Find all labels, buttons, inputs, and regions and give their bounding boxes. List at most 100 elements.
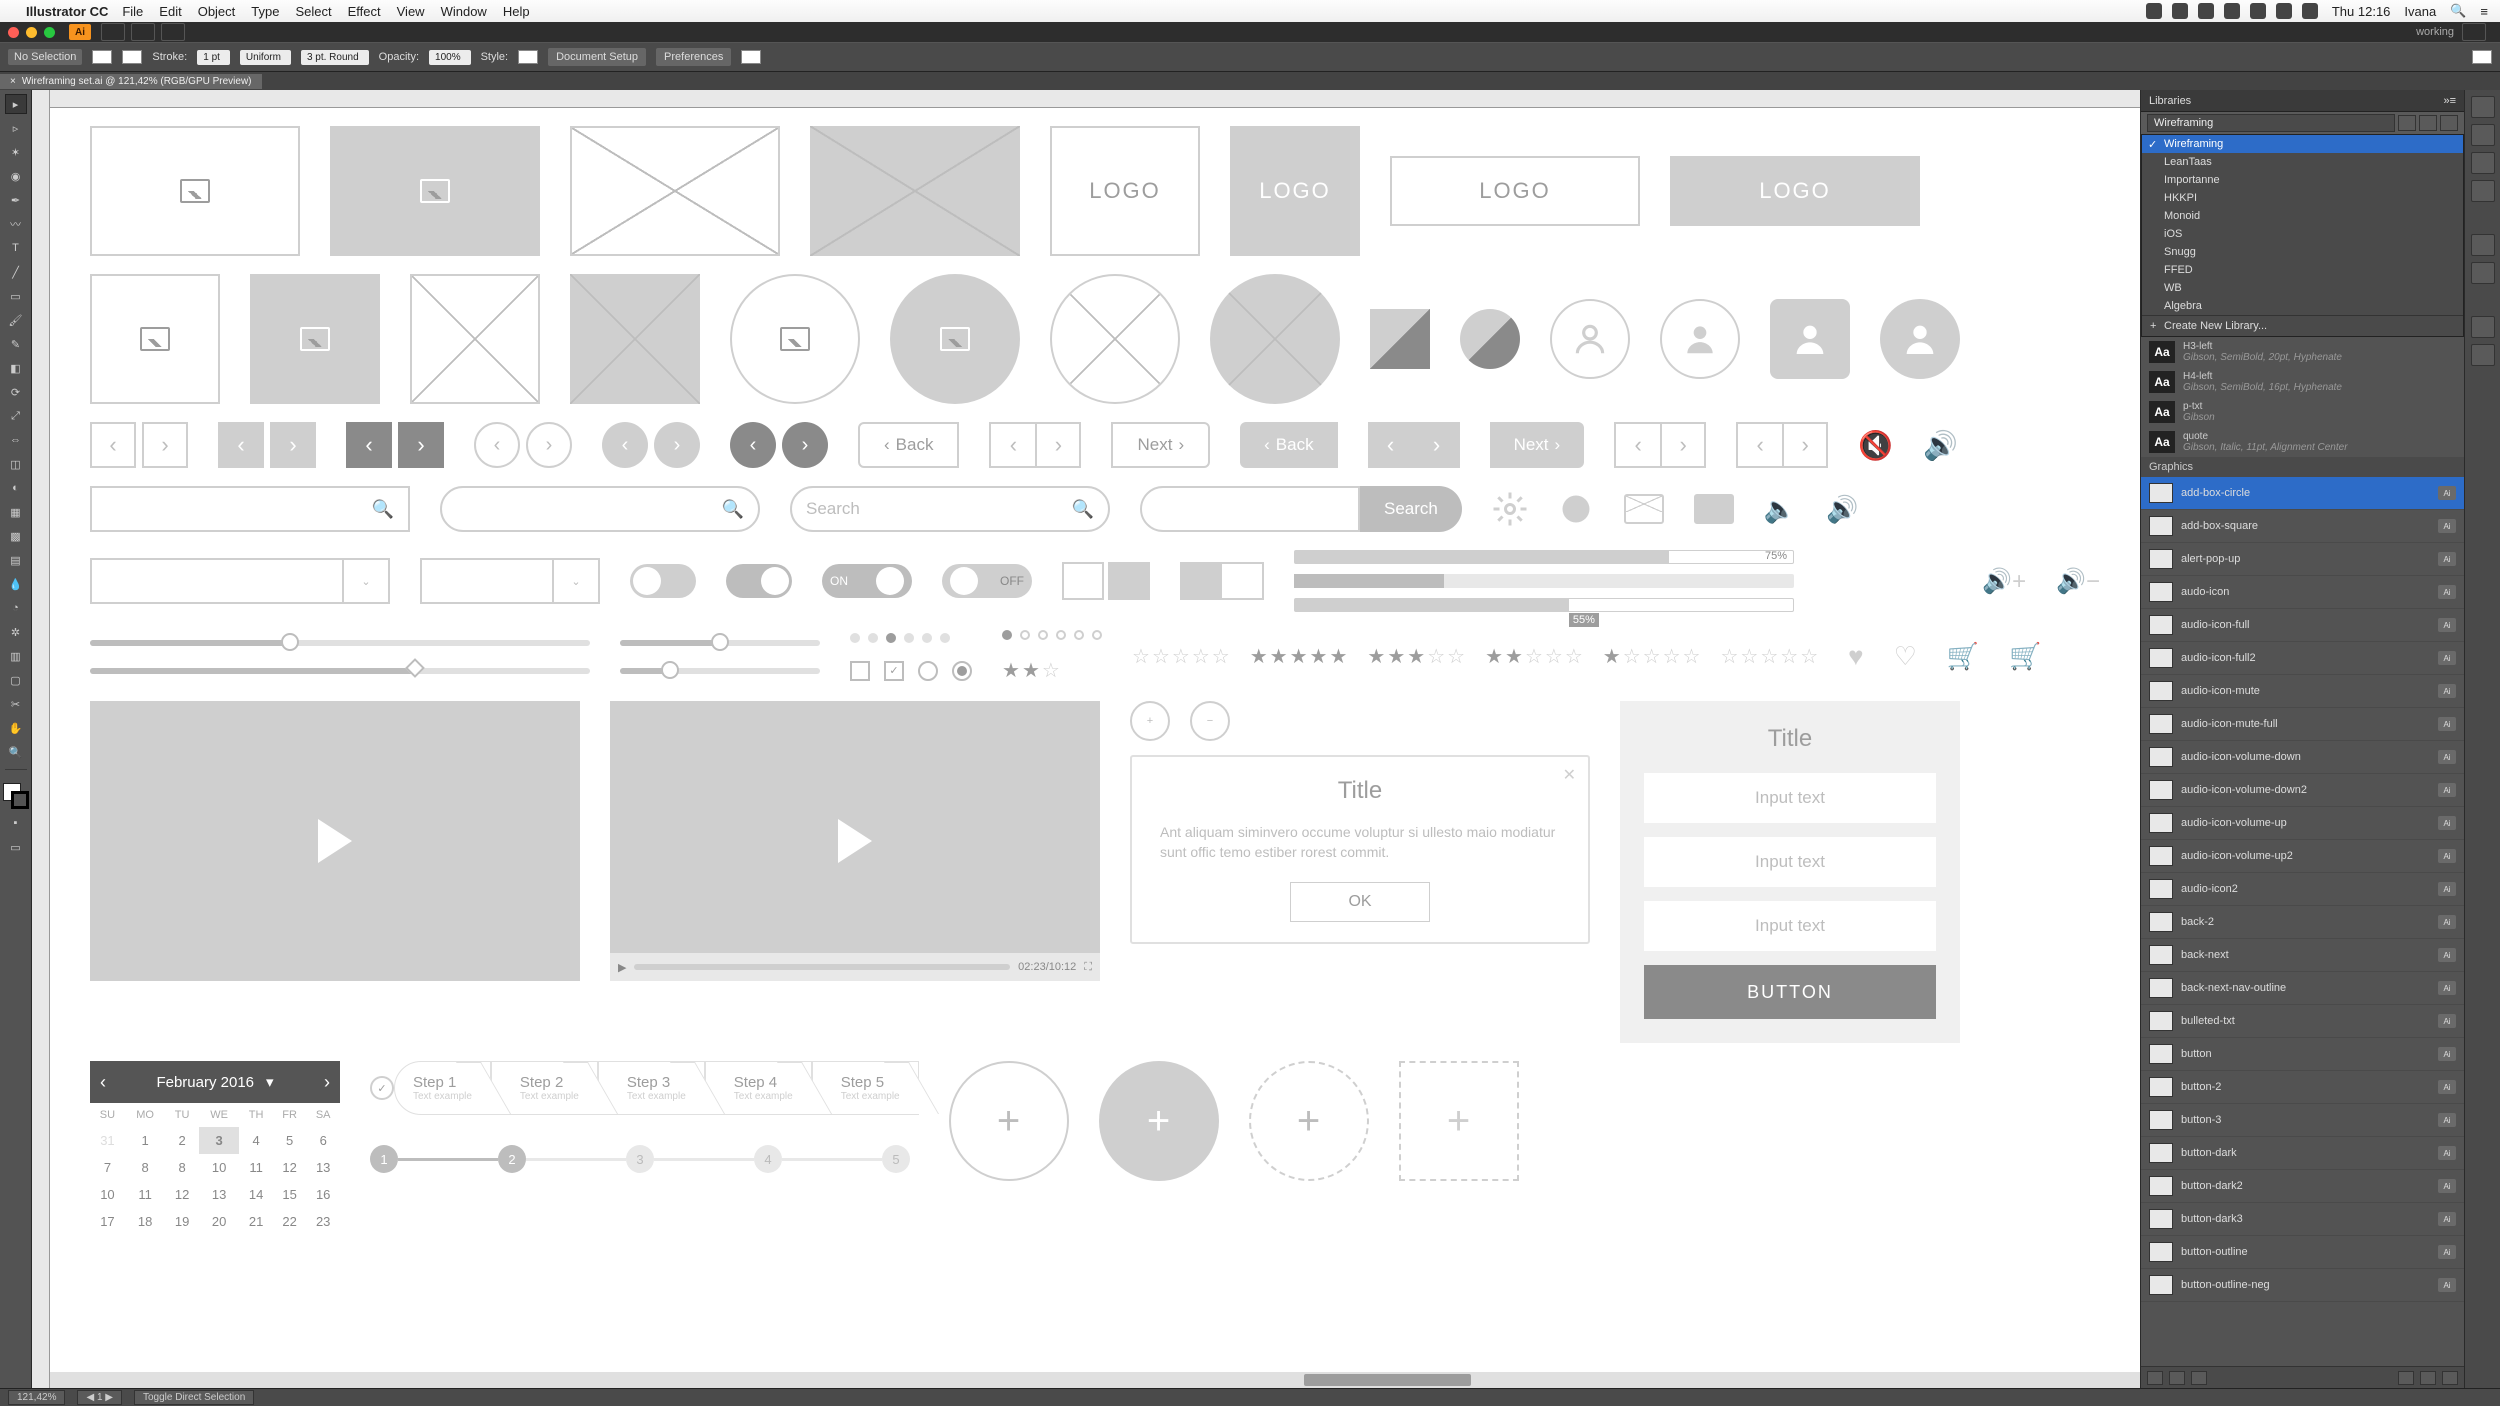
pencil-tool-icon[interactable]: ✎ — [5, 334, 27, 354]
list-view-icon[interactable] — [2419, 115, 2437, 131]
graphic-style-swatch[interactable] — [518, 50, 538, 64]
status-icon[interactable] — [2146, 3, 2162, 19]
graphic-asset[interactable]: button-outline-negAi — [2141, 1269, 2464, 1302]
segmented-option[interactable] — [1180, 562, 1222, 600]
panel-menu-icon[interactable]: »≡ — [2443, 95, 2456, 107]
graphic-asset[interactable]: add-box-circleAi — [2141, 477, 2464, 510]
pen-tool-icon[interactable]: ✒ — [5, 190, 27, 210]
artboard-tool-icon[interactable]: ▢ — [5, 670, 27, 690]
sort-icon[interactable] — [2440, 115, 2458, 131]
checkbox[interactable] — [850, 661, 870, 681]
star-rating[interactable]: ★★☆ — [1002, 658, 1102, 683]
artboards-panel-icon[interactable] — [2471, 262, 2495, 284]
library-picker[interactable]: Wireframing — [2141, 112, 2464, 134]
toggle[interactable]: ON — [822, 564, 912, 598]
width-tool-icon[interactable]: ⇔ — [5, 430, 27, 450]
character-style[interactable]: AaH4-leftGibson, SemiBold, 16pt, Hyphena… — [2141, 367, 2464, 397]
add-button[interactable]: + — [1399, 1061, 1519, 1181]
bridge-icon[interactable] — [101, 23, 125, 41]
calendar[interactable]: ‹ February 2016▾ › SUMOTUWETHFRSA 311234… — [90, 1061, 340, 1235]
text-input[interactable]: Input text — [1644, 837, 1936, 887]
status-icon[interactable] — [2172, 3, 2188, 19]
next-button[interactable]: › — [1414, 422, 1460, 468]
status-icon[interactable] — [2250, 3, 2266, 19]
next-button[interactable]: › — [782, 422, 828, 468]
prev-button[interactable]: ‹ — [1736, 422, 1782, 468]
stroke-panel-icon[interactable] — [2471, 152, 2495, 174]
prev-button[interactable]: ‹ — [989, 422, 1035, 468]
graphic-asset[interactable]: button-3Ai — [2141, 1104, 2464, 1137]
horizontal-scrollbar[interactable] — [50, 1372, 2140, 1388]
library-option[interactable]: HKKPI — [2142, 189, 2463, 207]
library-option[interactable]: Monoid — [2142, 207, 2463, 225]
graphic-asset[interactable]: back-nextAi — [2141, 939, 2464, 972]
next-button[interactable]: › — [270, 422, 316, 468]
back-button[interactable]: ‹Back — [858, 422, 959, 468]
document-setup-button[interactable]: Document Setup — [548, 48, 646, 66]
menu-effect[interactable]: Effect — [348, 4, 381, 19]
library-option[interactable]: Snugg — [2142, 243, 2463, 261]
curvature-tool-icon[interactable]: 〰 — [5, 214, 27, 234]
menu-window[interactable]: Window — [441, 4, 487, 19]
color-mode-icon[interactable]: ▪ — [5, 813, 27, 833]
star-rating[interactable]: ★☆☆☆☆ — [1603, 644, 1701, 669]
zoom-out-button[interactable]: − — [1190, 701, 1230, 741]
arrange-docs-icon[interactable] — [131, 23, 155, 41]
column-graph-tool-icon[interactable]: ▥ — [5, 646, 27, 666]
chevron-down-icon[interactable]: ▾ — [266, 1073, 274, 1091]
radio[interactable] — [918, 661, 938, 681]
menu-extra-icon[interactable]: ≡ — [2480, 4, 2488, 19]
stroke-weight-field[interactable]: 1 pt — [197, 50, 230, 65]
graphic-asset[interactable]: audo-iconAi — [2141, 576, 2464, 609]
play-icon[interactable]: ▶ — [618, 961, 626, 974]
library-option[interactable]: WB — [2142, 279, 2463, 297]
graphic-asset[interactable]: alert-pop-upAi — [2141, 543, 2464, 576]
graphic-asset[interactable]: bulleted-txtAi — [2141, 1005, 2464, 1038]
ok-button[interactable]: OK — [1290, 882, 1430, 922]
slice-tool-icon[interactable]: ✂ — [5, 694, 27, 714]
search-input[interactable]: 🔍 — [440, 486, 760, 532]
lasso-tool-icon[interactable]: ◉ — [5, 166, 27, 186]
prev-button[interactable]: ‹ — [1614, 422, 1660, 468]
rectangle-tool-icon[interactable]: ▭ — [5, 286, 27, 306]
graphic-asset[interactable]: audio-icon-volume-upAi — [2141, 807, 2464, 840]
status-icon[interactable] — [2302, 3, 2318, 19]
hand-tool-icon[interactable]: ✋ — [5, 718, 27, 738]
prev-button[interactable]: ‹ — [1368, 422, 1414, 468]
toggle[interactable] — [726, 564, 792, 598]
video-scrubber[interactable] — [634, 964, 1010, 970]
character-style[interactable]: Aap-txtGibson — [2141, 397, 2464, 427]
add-asset-icon[interactable] — [2398, 1371, 2414, 1385]
close-icon[interactable]: ✕ — [1563, 765, 1576, 785]
zoom-window-button[interactable] — [44, 27, 55, 38]
align-icon[interactable] — [741, 50, 761, 64]
slider[interactable] — [620, 640, 820, 646]
prev-button[interactable]: ‹ — [218, 422, 264, 468]
direct-selection-tool-icon[interactable]: ▹ — [5, 118, 27, 138]
perspective-tool-icon[interactable]: ▦ — [5, 502, 27, 522]
minimize-window-button[interactable] — [26, 27, 37, 38]
page-dots[interactable] — [850, 633, 972, 643]
layers-panel-icon[interactable] — [2471, 234, 2495, 256]
ruler-vertical[interactable] — [32, 90, 50, 1388]
swatches-panel-icon[interactable] — [2471, 124, 2495, 146]
graphics-list[interactable]: add-box-circleAiadd-box-squareAialert-po… — [2141, 477, 2464, 1366]
search-help-icon[interactable] — [2462, 23, 2486, 41]
graphic-asset[interactable]: audio-icon-volume-downAi — [2141, 741, 2464, 774]
create-library-button[interactable]: Create New Library... — [2142, 315, 2463, 336]
delete-asset-icon[interactable] — [2442, 1371, 2458, 1385]
character-style[interactable]: AaH3-leftGibson, SemiBold, 20pt, Hyphena… — [2141, 337, 2464, 367]
slider[interactable] — [620, 668, 820, 674]
star-rating[interactable]: ★★★★★ — [1250, 644, 1348, 669]
line-tool-icon[interactable]: ╱ — [5, 262, 27, 282]
document-tab[interactable]: × Wireframing set.ai @ 121,42% (RGB/GPU … — [0, 74, 262, 89]
workspace-switcher[interactable]: working — [2408, 26, 2462, 38]
slider[interactable] — [90, 640, 590, 646]
eraser-tool-icon[interactable]: ◧ — [5, 358, 27, 378]
prev-button[interactable]: ‹ — [730, 422, 776, 468]
color-panel-icon[interactable] — [2471, 96, 2495, 118]
graphic-asset[interactable]: button-darkAi — [2141, 1137, 2464, 1170]
symbol-sprayer-tool-icon[interactable]: ✲ — [5, 622, 27, 642]
appearance-panel-icon[interactable] — [2471, 316, 2495, 338]
library-option[interactable]: Importanne — [2142, 171, 2463, 189]
